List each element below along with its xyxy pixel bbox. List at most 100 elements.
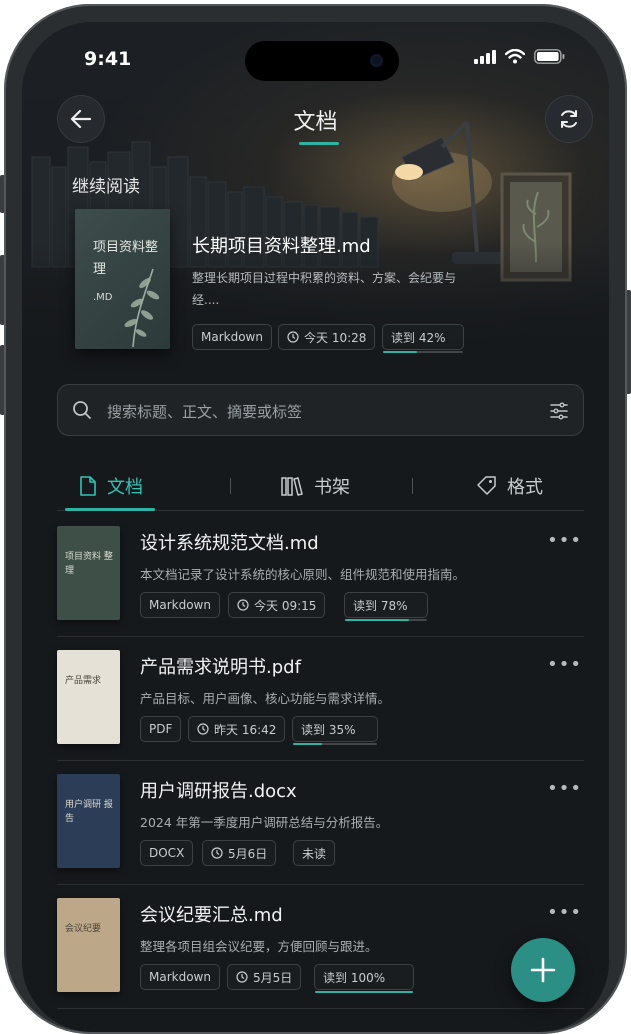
progress-chip: 读到 42% [382,324,464,353]
document-title: 设计系统规范文档.md [140,533,319,554]
format-chip: Markdown [140,592,220,618]
time-chip: 5月5日 [227,964,302,990]
document-desc: 2024 年第一季度用户调研总结与分析报告。 [140,815,389,830]
cover-ext: .MD [93,292,113,303]
document-row[interactable]: 会议纪要 会议纪要汇总.md 整理各项目组会议纪要，方便回顾与跟进。 ••• M… [57,884,584,1009]
cover-text: 会议纪要 [65,924,102,934]
tab-label: 书架 [314,477,350,498]
format-chip: Markdown [192,324,272,350]
time-label: 昨天 16:42 [214,722,277,737]
more-options-icon[interactable]: ••• [547,654,582,675]
read-status-label: 读到 100% [323,970,386,985]
progress-fill [315,991,413,993]
tab-documents[interactable]: 文档 [79,462,143,510]
refresh-button[interactable] [545,95,593,143]
read-status-label: 读到 78% [353,598,408,613]
filter-icon[interactable] [549,401,569,421]
tab-formats[interactable]: 格式 [475,462,543,510]
progress-label: 读到 42% [391,330,446,345]
continue-reading-title[interactable]: 长期项目资料整理.md [192,232,371,258]
active-tab-indicator [65,508,155,511]
tab-label: 文档 [107,477,143,498]
phone-frame: 9:41 文档 继续阅读 项目资料整理 .MD 长期项目资料整理.md 整理长期… [4,4,627,1034]
refresh-icon [561,110,577,128]
continue-reading-label: 继续阅读 [72,177,140,197]
progress-bar [293,743,377,745]
document-cover: 会议纪要 [57,898,120,992]
more-options-icon[interactable]: ••• [547,902,582,923]
tab-divider [412,478,413,494]
cover-text: 产品需求 [65,676,102,686]
clock-icon [211,847,223,859]
read-status-chip: 读到 35% [292,716,378,745]
time-label: 5月5日 [253,970,293,985]
more-options-icon[interactable]: ••• [547,530,582,551]
document-title: 产品需求说明书.pdf [140,657,301,678]
document-desc: 本文档记录了设计系统的核心原则、组件规范和使用指南。 [140,567,466,582]
wifi-icon [505,49,525,64]
progress-bar [315,991,413,993]
progress-bar [383,351,463,353]
signal-icon [474,49,496,64]
add-document-button[interactable] [511,938,575,1002]
search-icon [73,401,91,419]
read-status-chip: 读到 78% [344,592,428,621]
format-chip: PDF [140,716,182,742]
time-chip: 今天 10:28 [278,324,376,350]
more-options-icon[interactable]: ••• [547,778,582,799]
time-chip: 今天 09:15 [228,592,326,618]
tag-icon [477,476,496,495]
clock-icon [287,331,299,343]
continue-reading-cover[interactable]: 项目资料整理 .MD [75,209,170,349]
status-time: 9:41 [84,48,132,70]
camera-icon [370,54,383,67]
tab-label: 格式 [507,477,543,498]
clock-icon [197,723,209,735]
document-cover: 用户调研 报告 [57,774,120,868]
time-chip: 昨天 16:42 [188,716,286,742]
document-row[interactable]: 用户调研 报告 用户调研报告.docx 2024 年第一季度用户调研总结与分析报… [57,760,584,885]
document-row[interactable]: 产品需求 产品需求说明书.pdf 产品目标、用户画像、核心功能与需求详情。 ••… [57,636,584,761]
time-chip: 5月6日 [202,840,277,866]
search-bar[interactable]: 搜索标题、正文、摘要或标签 [57,384,584,436]
progress-fill [293,743,323,745]
clock-icon [237,599,249,611]
cover-text: 项目资料 整理 [65,552,113,576]
category-tabs: 文档 书架 格式 [57,462,584,511]
format-label: PDF [149,722,173,736]
time-label: 5月6日 [228,846,268,861]
cover-text: 用户调研 报告 [65,800,113,824]
status-icons [474,49,565,64]
plus-icon [530,957,556,983]
document-icon [80,476,96,496]
search-placeholder: 搜索标题、正文、摘要或标签 [107,403,303,421]
read-status-label: 读到 35% [301,722,356,737]
time-label: 今天 10:28 [304,330,367,345]
document-desc: 产品目标、用户画像、核心功能与需求详情。 [140,691,391,706]
title-underline [299,142,339,145]
format-chip: DOCX [140,840,194,866]
app-screen: 9:41 文档 继续阅读 项目资料整理 .MD 长期项目资料整理.md 整理长期… [22,22,609,1032]
page-title: 文档 [293,110,338,135]
read-status-chip: 未读 [293,840,336,866]
battery-icon [534,49,565,64]
document-cover: 项目资料 整理 [57,526,120,620]
time-label: 今天 09:15 [254,598,317,613]
format-label: Markdown [201,330,263,344]
tab-divider [230,478,231,494]
bookshelf-icon [281,477,303,496]
dynamic-island [245,41,399,81]
read-status-label: 未读 [302,846,327,861]
tab-bookshelf[interactable]: 书架 [280,462,350,510]
clock-icon [236,971,248,983]
progress-fill [383,351,417,353]
continue-reading-desc: 整理长期项目过程中积累的资料、方案、会纪要与经.... [192,271,457,307]
progress-bar [345,619,427,621]
progress-fill [345,619,409,621]
format-label: DOCX [149,846,185,860]
document-row[interactable]: 项目资料 整理 设计系统规范文档.md 本文档记录了设计系统的核心原则、组件规范… [57,512,584,637]
format-label: Markdown [149,598,211,612]
document-title: 会议纪要汇总.md [140,905,283,926]
format-label: Markdown [149,970,211,984]
document-desc: 整理各项目组会议纪要，方便回顾与跟进。 [140,939,378,954]
